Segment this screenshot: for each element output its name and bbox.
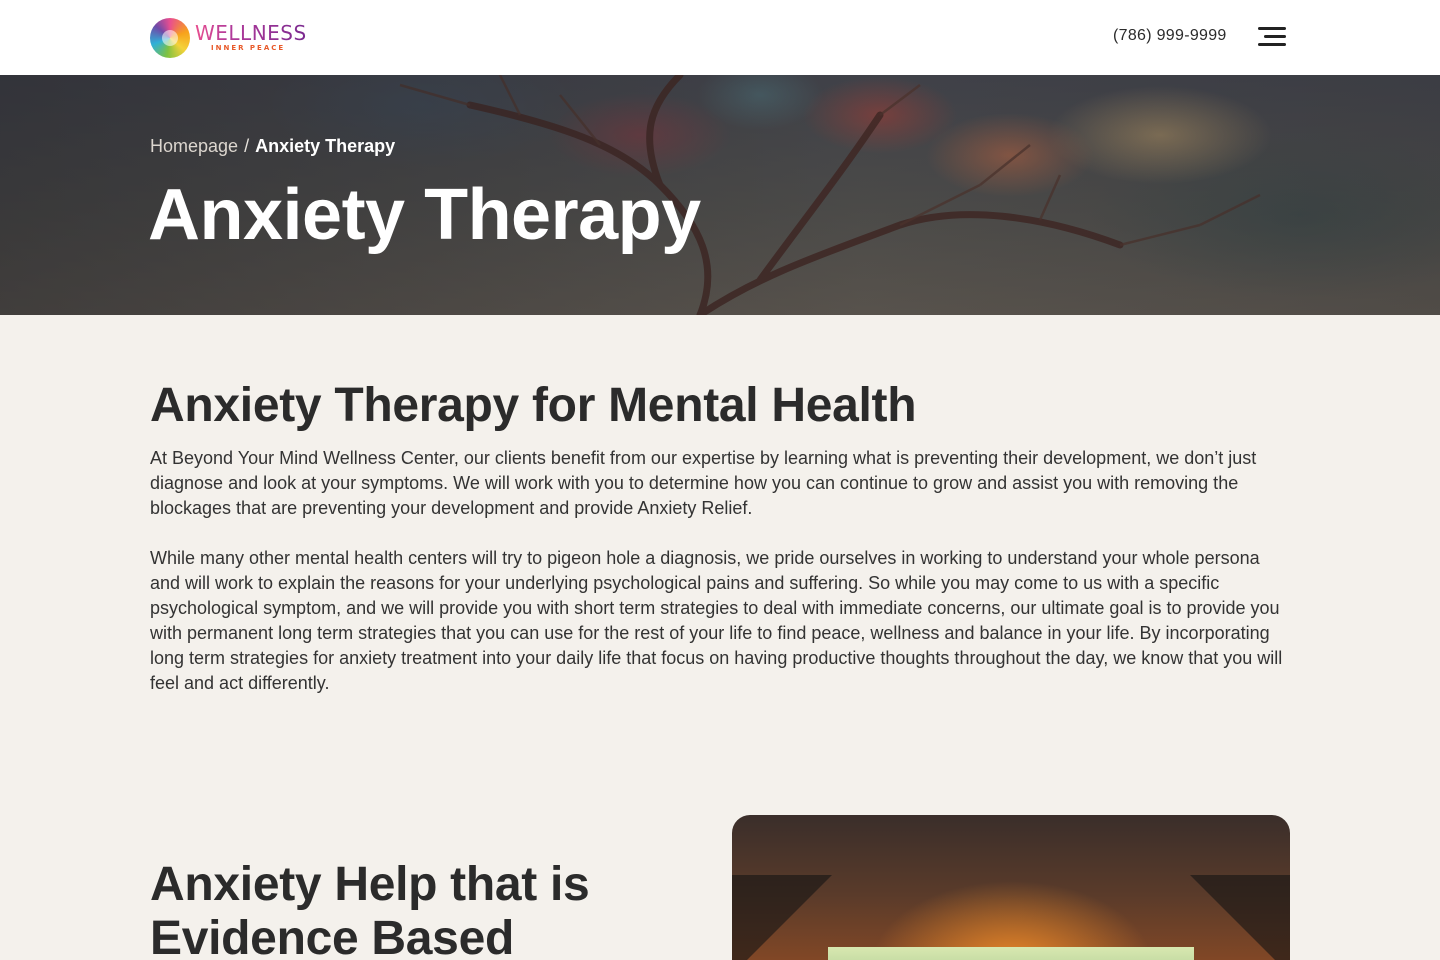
logo-title: WELLNESS bbox=[195, 21, 307, 45]
main-content: Anxiety Therapy for Mental Health At Bey… bbox=[150, 378, 1290, 696]
site-header: WELLNESS INNER PEACE (786) 999-9999 bbox=[0, 0, 1440, 75]
lotus-logo-icon bbox=[150, 17, 190, 58]
page-title: Anxiety Therapy bbox=[148, 175, 701, 255]
logo-text: WELLNESS INNER PEACE bbox=[195, 23, 307, 52]
section-title: Anxiety Therapy for Mental Health bbox=[150, 379, 917, 432]
body-paragraph: While many other mental health centers w… bbox=[150, 548, 1283, 693]
hamburger-menu-icon[interactable] bbox=[1258, 26, 1286, 48]
breadcrumb-current: Anxiety Therapy bbox=[255, 136, 396, 156]
hero-banner: Homepage / Anxiety Therapy Anxiety Thera… bbox=[0, 75, 1440, 315]
site-logo[interactable]: WELLNESS INNER PEACE bbox=[150, 17, 307, 58]
logo-subtitle: INNER PEACE bbox=[211, 44, 286, 52]
intro-paragraph: At Beyond Your Mind Wellness Center, our… bbox=[150, 448, 1257, 518]
breadcrumb-separator: / bbox=[244, 136, 250, 156]
section-image bbox=[732, 815, 1290, 960]
phone-link[interactable]: (786) 999-9999 bbox=[1113, 27, 1227, 45]
second-section-title: Anxiety Help that is Evidence Based bbox=[150, 858, 590, 960]
breadcrumb: Homepage / Anxiety Therapy bbox=[150, 136, 395, 157]
breadcrumb-home-link[interactable]: Homepage bbox=[150, 136, 238, 157]
